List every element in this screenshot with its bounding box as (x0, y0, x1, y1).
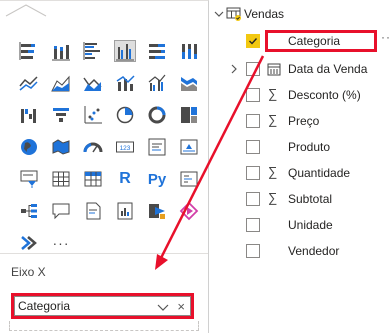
table-name: Vendas (244, 7, 285, 21)
matrix-icon[interactable] (77, 163, 109, 195)
line-and-clustered-column-chart-icon[interactable] (141, 67, 173, 99)
clustered-column-chart-icon[interactable] (109, 35, 141, 67)
100-stacked-column-chart-icon[interactable] (173, 35, 205, 67)
clustered-bar-chart-icon[interactable] (77, 35, 109, 67)
field-row-desconto[interactable]: ∑ Desconto (%) (210, 84, 392, 106)
paginated-report-icon[interactable] (109, 195, 141, 227)
x-axis-well-label: Eixo X (11, 265, 46, 279)
scatter-chart-icon[interactable] (77, 99, 109, 131)
field-checkbox[interactable] (246, 88, 260, 102)
field-row-preco[interactable]: ∑ Preço (210, 110, 392, 132)
field-checkbox[interactable] (246, 192, 260, 206)
section-divider (0, 253, 208, 254)
field-label: Quantidade (288, 166, 351, 180)
chevron-down-icon[interactable] (157, 302, 169, 312)
table-icon (226, 7, 242, 21)
table-vendas[interactable]: Vendas (214, 4, 284, 24)
more-visuals-icon[interactable]: ··· (45, 227, 77, 259)
field-label: Unidade (288, 218, 333, 232)
card-icon[interactable]: 123 (109, 131, 141, 163)
funnel-chart-icon[interactable] (45, 99, 77, 131)
map-icon[interactable] (13, 131, 45, 163)
stacked-area-chart-icon[interactable] (77, 67, 109, 99)
checkmark-icon (249, 38, 258, 45)
field-label: Produto (288, 140, 331, 154)
field-checkbox[interactable] (246, 140, 260, 154)
power-automate-icon[interactable] (173, 195, 205, 227)
area-chart-icon[interactable] (45, 67, 77, 99)
stacked-column-chart-icon[interactable] (45, 35, 77, 67)
x-axis-field-well[interactable]: Categoria × (11, 293, 194, 319)
ribbon-chart-icon[interactable] (173, 67, 205, 99)
gauge-icon[interactable] (77, 131, 109, 163)
field-row-quantidade[interactable]: ∑ Quantidade (210, 162, 392, 184)
field-label: Vendedor (288, 244, 340, 258)
collapse-chevron-icon[interactable] (4, 3, 48, 17)
key-influencers-icon[interactable] (173, 163, 205, 195)
azure-map-icon[interactable] (13, 227, 45, 259)
sigma-icon: ∑ (268, 164, 278, 179)
drop-zone-outline (9, 321, 199, 331)
waterfall-chart-icon[interactable] (13, 99, 45, 131)
treemap-icon[interactable] (173, 99, 205, 131)
field-label: Preço (288, 114, 320, 128)
calendar-icon (267, 63, 281, 76)
line-and-stacked-column-chart-icon[interactable] (109, 67, 141, 99)
chevron-down-icon[interactable] (214, 9, 224, 19)
sigma-icon: ∑ (268, 112, 278, 127)
more-visuals-dots: ··· (52, 235, 70, 251)
field-row-vendedor[interactable]: Vendedor (210, 240, 392, 262)
decomposition-tree-icon[interactable] (13, 195, 45, 227)
field-checkbox[interactable] (246, 244, 260, 258)
100-stacked-bar-chart-icon[interactable] (141, 35, 173, 67)
sigma-icon: ∑ (268, 190, 278, 205)
table-icon[interactable] (45, 163, 77, 195)
svg-text:123: 123 (120, 145, 131, 152)
chevron-right-icon[interactable] (230, 64, 238, 74)
fields-pane: Vendas Categoria ··· Data da Venda ∑ Des… (210, 0, 392, 333)
donut-chart-icon[interactable] (141, 99, 173, 131)
x-axis-field-value: Categoria (18, 299, 71, 313)
visual-type-gallery: 123 R Py ··· (13, 35, 205, 259)
pie-chart-icon[interactable] (109, 99, 141, 131)
field-label: Data da Venda (288, 62, 368, 76)
field-checkbox[interactable] (246, 218, 260, 232)
stacked-bar-chart-icon[interactable] (13, 35, 45, 67)
visualizations-pane: 123 R Py ··· Eixo X Categoria × (0, 0, 209, 333)
field-label: Desconto (%) (288, 88, 361, 102)
field-row-data-da-venda[interactable]: Data da Venda (210, 58, 392, 80)
sigma-icon: ∑ (268, 86, 278, 101)
field-row-produto[interactable]: Produto (210, 136, 392, 158)
field-checkbox[interactable] (246, 62, 260, 76)
line-chart-icon[interactable] (13, 67, 45, 99)
field-checkbox[interactable] (246, 166, 260, 180)
more-options-icon[interactable]: ··· (381, 30, 392, 44)
r-script-visual-icon[interactable]: R (109, 163, 141, 195)
smart-narrative-icon[interactable] (77, 195, 109, 227)
field-checkbox[interactable] (246, 34, 260, 48)
field-row-unidade[interactable]: Unidade (210, 214, 392, 236)
field-row-categoria[interactable]: Categoria ··· (210, 30, 392, 52)
field-label: Subtotal (288, 192, 333, 206)
multi-row-card-icon[interactable] (141, 131, 173, 163)
python-label: Py (147, 170, 167, 188)
filled-map-icon[interactable] (45, 131, 77, 163)
remove-field-icon[interactable]: × (177, 299, 185, 314)
power-apps-icon[interactable] (141, 195, 173, 227)
kpi-icon[interactable] (173, 131, 205, 163)
slicer-icon[interactable] (13, 163, 45, 195)
field-row-subtotal[interactable]: ∑ Subtotal (210, 188, 392, 210)
field-label: Categoria (288, 34, 341, 48)
qa-visual-icon[interactable] (45, 195, 77, 227)
r-script-label: R (119, 170, 131, 187)
python-visual-icon[interactable]: Py (141, 163, 173, 195)
field-checkbox[interactable] (246, 114, 260, 128)
